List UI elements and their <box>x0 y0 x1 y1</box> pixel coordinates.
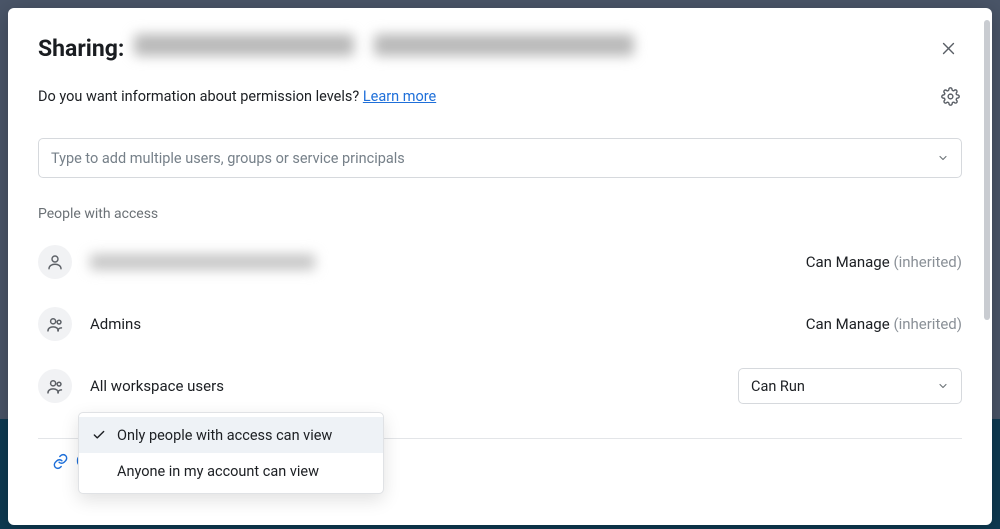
access-row-admins: Admins Can Manage (inherited) <box>38 302 962 346</box>
learn-more-link[interactable]: Learn more <box>363 88 436 105</box>
redacted-title-part-1 <box>134 34 354 56</box>
permission-label: Can Manage (inherited) <box>806 315 962 333</box>
avatar <box>38 369 72 403</box>
avatar <box>38 245 72 279</box>
group-icon <box>46 377 65 396</box>
avatar <box>38 307 72 341</box>
permission-label: Can Manage (inherited) <box>806 253 962 271</box>
permission-inherited: (inherited) <box>893 253 962 271</box>
access-row-user: Can Manage (inherited) <box>38 240 962 284</box>
permission-info-text: Do you want information about permission… <box>38 88 436 105</box>
modal-header: Sharing: <box>38 34 962 62</box>
dropdown-option-only-people[interactable]: Only people with access can view <box>79 417 383 453</box>
access-row-name: Admins <box>90 315 141 333</box>
dropdown-option-label: Only people with access can view <box>117 427 332 444</box>
sharing-modal: Sharing: Do you want information about p… <box>8 8 992 525</box>
close-icon <box>940 40 957 57</box>
chevron-down-icon <box>937 380 949 392</box>
check-icon <box>91 428 107 442</box>
user-icon <box>46 253 64 271</box>
redacted-user-name <box>90 254 315 270</box>
info-row: Do you want information about permission… <box>38 84 962 108</box>
chevron-down-icon <box>937 152 949 164</box>
add-principals-input[interactable]: Type to add multiple users, groups or se… <box>38 138 962 178</box>
permission-select[interactable]: Can Run <box>738 368 962 404</box>
permission-select-value: Can Run <box>751 378 805 395</box>
settings-button[interactable] <box>938 84 962 108</box>
access-row-all-workspace-users: All workspace users Can Run <box>38 364 962 408</box>
visibility-dropdown: Only people with access can view Anyone … <box>78 412 384 494</box>
permission-info-question: Do you want information about permission… <box>38 88 359 105</box>
access-row-name: All workspace users <box>90 377 224 395</box>
redacted-title-part-2 <box>374 34 634 56</box>
link-icon <box>52 453 69 470</box>
add-principals-placeholder: Type to add multiple users, groups or se… <box>51 150 405 167</box>
modal-title-label: Sharing: <box>38 35 124 62</box>
people-with-access-label: People with access <box>38 206 962 222</box>
permission-value: Can Manage <box>806 253 890 271</box>
gear-icon <box>941 87 960 106</box>
permission-inherited: (inherited) <box>893 315 962 333</box>
permission-value: Can Manage <box>806 315 890 333</box>
close-button[interactable] <box>934 34 962 62</box>
dropdown-option-label: Anyone in my account can view <box>117 463 319 480</box>
dropdown-option-anyone[interactable]: Anyone in my account can view <box>79 453 383 489</box>
group-icon <box>46 315 65 334</box>
